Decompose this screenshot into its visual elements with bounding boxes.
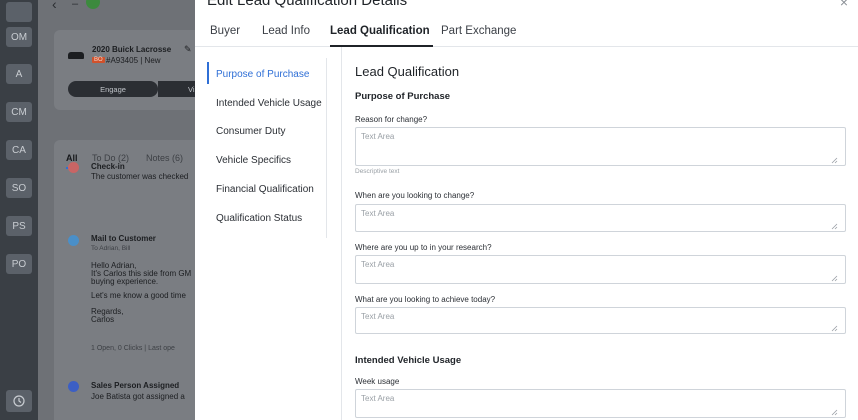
assigned-text: Joe Batista got assigned a (91, 392, 185, 401)
mail-line6: Carlos (91, 315, 115, 324)
mail-to[interactable]: To Adrian, Bill (91, 245, 130, 252)
rail-badge-ca[interactable]: CA (6, 140, 32, 160)
nav-vehicle-specifics[interactable]: Vehicle Specifics (216, 155, 291, 166)
mail-title: Mail to Customer (91, 234, 156, 243)
rail-badge-so[interactable]: SO (6, 178, 32, 198)
assign-icon (68, 381, 79, 392)
tab-part-exchange[interactable]: Part Exchange (441, 25, 516, 37)
mail-line4: Let's me know a good time (91, 291, 186, 300)
vehicle-card: 2020 Buick Lacrosse ✎ BO #A93405 | New E… (54, 30, 204, 110)
tab-lead-qualification[interactable]: Lead Qualification (330, 25, 430, 37)
rail-badge-om[interactable]: OM (6, 27, 32, 47)
mail-stats: 1 Open, 0 Clicks | Last ope (91, 345, 175, 352)
research-textarea[interactable] (355, 255, 846, 284)
checkin-title: Check-in (91, 162, 125, 171)
rail-avatar[interactable] (6, 2, 32, 22)
nav-financial-qualification[interactable]: Financial Qualification (216, 184, 314, 195)
rail-badge-cm[interactable]: CM (6, 102, 32, 122)
week-usage-label: Week usage (355, 377, 400, 386)
section-intended-vehicle-usage: Intended Vehicle Usage (355, 355, 462, 366)
reason-helper: Descriptive text (355, 168, 400, 175)
nav-qualification-status[interactable]: Qualification Status (216, 213, 302, 224)
background-page: ‹ – 2020 Buick Lacrosse ✎ BO #A93405 | N… (38, 0, 204, 420)
nav-consumer-duty[interactable]: Consumer Duty (216, 126, 285, 137)
checkin-text: The customer was checked (91, 172, 189, 181)
car-icon (68, 52, 84, 59)
back-arrow-icon: ‹ (52, 0, 57, 12)
research-label: Where are you up to in your research? (355, 243, 492, 252)
edit-drawer: Edit Lead Qualification Details × Buyer … (195, 0, 858, 420)
nav-intended-vehicle-usage[interactable]: Intended Vehicle Usage (216, 98, 322, 109)
achieve-label: What are you looking to achieve today? (355, 295, 496, 304)
tab-lead-info[interactable]: Lead Info (262, 25, 310, 37)
when-textarea[interactable] (355, 204, 846, 232)
form-heading: Lead Qualification (355, 64, 460, 79)
dash-icon: – (72, 0, 79, 10)
vehicle-sub: #A93405 | New (106, 56, 161, 65)
assigned-title: Sales Person Assigned (91, 381, 180, 390)
achieve-textarea[interactable] (355, 307, 846, 334)
week-usage-textarea[interactable] (355, 389, 846, 418)
tab-buyer[interactable]: Buyer (210, 25, 240, 37)
nav-purpose-of-purchase[interactable]: Purpose of Purchase (216, 69, 309, 80)
close-icon[interactable]: × (840, 0, 848, 10)
rail-badge-ps[interactable]: PS (6, 216, 32, 236)
mail-icon (68, 235, 79, 246)
engage-button[interactable]: Engage (68, 81, 158, 97)
vehicle-tag: BO (92, 57, 105, 63)
reason-label: Reason for change? (355, 115, 428, 124)
location-pin-icon (68, 162, 79, 173)
clock-icon[interactable] (6, 390, 32, 412)
edit-pencil-icon: ✎ (184, 44, 192, 54)
section-purpose-of-purchase: Purpose of Purchase (355, 91, 451, 102)
when-label: When are you looking to change? (355, 191, 475, 200)
vehicle-title: 2020 Buick Lacrosse (92, 45, 172, 54)
qualification-form: Lead Qualification Purpose of Purchase R… (341, 47, 858, 420)
drawer-title: Edit Lead Qualification Details (207, 0, 408, 9)
tab-bar: Buyer Lead Info Lead Qualification Part … (195, 18, 858, 47)
left-rail: OM A CM CA SO PS PO (0, 0, 38, 420)
filter-notes[interactable]: Notes (6) (146, 153, 183, 163)
reason-textarea[interactable] (355, 127, 846, 166)
mail-line3: buying experience. (91, 277, 159, 286)
status-dot-icon (86, 0, 100, 9)
section-nav: Purpose of Purchase Intended Vehicle Usa… (207, 58, 327, 238)
rail-badge-a[interactable]: A (6, 64, 32, 84)
rail-badge-po[interactable]: PO (6, 254, 32, 274)
nav-active-indicator (207, 62, 209, 84)
